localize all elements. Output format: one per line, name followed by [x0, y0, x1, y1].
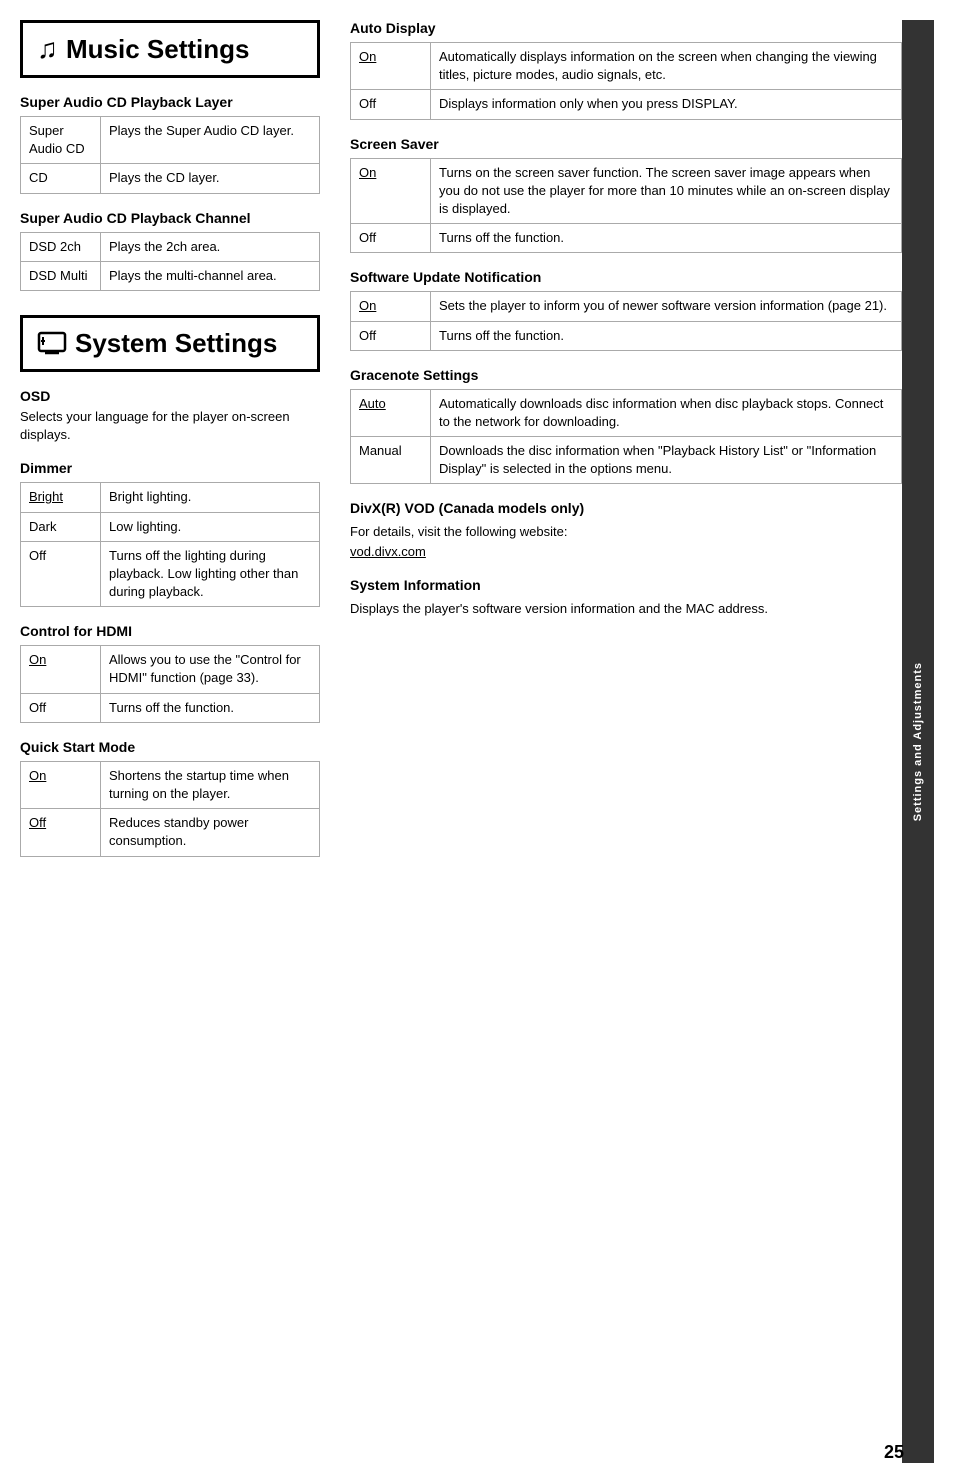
desc-cell: Displays information only when you press…	[431, 90, 902, 119]
table-row: On Shortens the startup time when turnin…	[21, 761, 320, 808]
table-row: Bright Bright lighting.	[21, 483, 320, 512]
desc-cell: Turns off the function.	[431, 224, 902, 253]
option-cell: On	[351, 158, 431, 224]
desc-cell: Reduces standby power consumption.	[101, 809, 320, 856]
super-audio-channel-table: DSD 2ch Plays the 2ch area. DSD Multi Pl…	[20, 232, 320, 291]
option-cell: On	[351, 43, 431, 90]
desc-cell: Turns off the function.	[431, 321, 902, 350]
quick-start-title: Quick Start Mode	[20, 739, 320, 755]
control-hdmi-table: On Allows you to use the "Control for HD…	[20, 645, 320, 723]
system-icon	[37, 329, 67, 357]
desc-cell: Turns off the function.	[101, 693, 320, 722]
left-column: ♫ Music Settings Super Audio CD Playback…	[20, 20, 340, 1463]
table-row: On Allows you to use the "Control for HD…	[21, 646, 320, 693]
desc-cell: Plays the Super Audio CD layer.	[101, 117, 320, 164]
option-cell: Off	[21, 809, 101, 856]
option-cell: Auto	[351, 389, 431, 436]
option-cell: Super Audio CD	[21, 117, 101, 164]
system-information-title: System Information	[350, 577, 902, 593]
divx-vod-title: DivX(R) VOD (Canada models only)	[350, 500, 902, 516]
option-cell: Off	[21, 541, 101, 607]
software-update-table: On Sets the player to inform you of newe…	[350, 291, 902, 350]
desc-cell: Downloads the disc information when "Pla…	[431, 437, 902, 484]
table-row: Off Reduces standby power consumption.	[21, 809, 320, 856]
option-cell: DSD 2ch	[21, 232, 101, 261]
quick-start-table: On Shortens the startup time when turnin…	[20, 761, 320, 857]
table-row: On Turns on the screen saver function. T…	[351, 158, 902, 224]
table-row: On Automatically displays information on…	[351, 43, 902, 90]
desc-cell: Plays the multi-channel area.	[101, 261, 320, 290]
system-settings-header: System Settings	[20, 315, 320, 372]
option-cell: Manual	[351, 437, 431, 484]
table-row: Off Displays information only when you p…	[351, 90, 902, 119]
desc-cell: Plays the CD layer.	[101, 164, 320, 193]
table-row: Off Turns off the function.	[21, 693, 320, 722]
table-row: Manual Downloads the disc information wh…	[351, 437, 902, 484]
option-cell: CD	[21, 164, 101, 193]
desc-cell: Shortens the startup time when turning o…	[101, 761, 320, 808]
divx-link[interactable]: vod.divx.com	[350, 544, 426, 559]
table-row: DSD 2ch Plays the 2ch area.	[21, 232, 320, 261]
option-cell: On	[21, 761, 101, 808]
dimmer-title: Dimmer	[20, 460, 320, 476]
desc-cell: Allows you to use the "Control for HDMI"…	[101, 646, 320, 693]
osd-description: Selects your language for the player on-…	[20, 408, 320, 444]
page-number: 25	[884, 1442, 904, 1463]
music-settings-title: Music Settings	[66, 34, 249, 65]
option-cell: Off	[351, 321, 431, 350]
desc-cell: Turns on the screen saver function. The …	[431, 158, 902, 224]
auto-display-table: On Automatically displays information on…	[350, 42, 902, 120]
desc-cell: Automatically downloads disc information…	[431, 389, 902, 436]
super-audio-layer-table: Super Audio CD Plays the Super Audio CD …	[20, 116, 320, 194]
table-row: Auto Automatically downloads disc inform…	[351, 389, 902, 436]
table-row: Off Turns off the lighting during playba…	[21, 541, 320, 607]
control-hdmi-title: Control for HDMI	[20, 623, 320, 639]
sidebar-tab-label: Settings and Adjustments	[912, 662, 924, 821]
option-cell: On	[351, 292, 431, 321]
divx-vod-description: For details, visit the following website…	[350, 522, 902, 561]
software-update-title: Software Update Notification	[350, 269, 902, 285]
option-cell: On	[21, 646, 101, 693]
table-row: DSD Multi Plays the multi-channel area.	[21, 261, 320, 290]
desc-cell: Automatically displays information on th…	[431, 43, 902, 90]
table-row: On Sets the player to inform you of newe…	[351, 292, 902, 321]
auto-display-title: Auto Display	[350, 20, 902, 36]
option-cell: Dark	[21, 512, 101, 541]
music-icon: ♫	[37, 33, 58, 65]
desc-cell: Turns off the lighting during playback. …	[101, 541, 320, 607]
option-cell: Off	[351, 90, 431, 119]
option-cell: Off	[21, 693, 101, 722]
option-cell: Off	[351, 224, 431, 253]
table-row: Off Turns off the function.	[351, 321, 902, 350]
screen-saver-title: Screen Saver	[350, 136, 902, 152]
desc-cell: Low lighting.	[101, 512, 320, 541]
screen-saver-table: On Turns on the screen saver function. T…	[350, 158, 902, 254]
gracenote-table: Auto Automatically downloads disc inform…	[350, 389, 902, 485]
table-row: Super Audio CD Plays the Super Audio CD …	[21, 117, 320, 164]
desc-cell: Bright lighting.	[101, 483, 320, 512]
super-audio-channel-title: Super Audio CD Playback Channel	[20, 210, 320, 226]
table-row: Off Turns off the function.	[351, 224, 902, 253]
super-audio-layer-title: Super Audio CD Playback Layer	[20, 94, 320, 110]
osd-title: OSD	[20, 388, 320, 404]
system-information-description: Displays the player's software version i…	[350, 599, 902, 619]
table-row: CD Plays the CD layer.	[21, 164, 320, 193]
dimmer-table: Bright Bright lighting. Dark Low lightin…	[20, 482, 320, 607]
table-row: Dark Low lighting.	[21, 512, 320, 541]
option-cell: DSD Multi	[21, 261, 101, 290]
right-column: Auto Display On Automatically displays i…	[340, 20, 902, 1463]
option-cell: Bright	[21, 483, 101, 512]
sidebar-tab: Settings and Adjustments	[902, 20, 934, 1463]
music-settings-header: ♫ Music Settings	[20, 20, 320, 78]
osd-section: OSD Selects your language for the player…	[20, 388, 320, 444]
desc-cell: Plays the 2ch area.	[101, 232, 320, 261]
system-settings-title: System Settings	[75, 328, 277, 359]
desc-cell: Sets the player to inform you of newer s…	[431, 292, 902, 321]
gracenote-title: Gracenote Settings	[350, 367, 902, 383]
